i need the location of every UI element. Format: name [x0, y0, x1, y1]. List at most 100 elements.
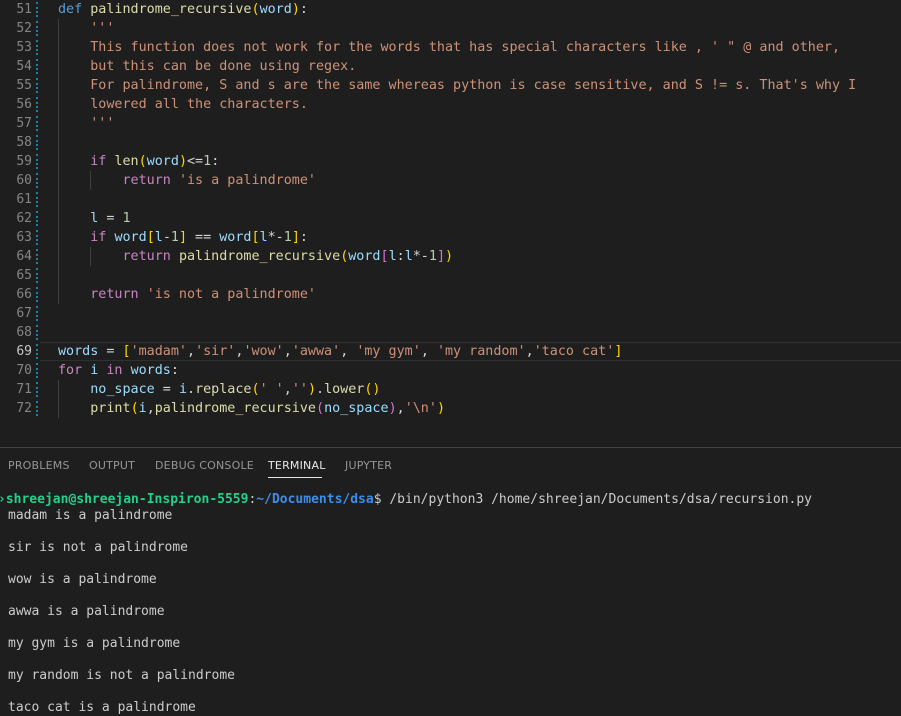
code-line[interactable]: 65 — [0, 266, 901, 285]
code-token: , — [187, 344, 196, 359]
code-token: palindrome_recursive — [90, 2, 252, 17]
tab-terminal[interactable]: TERMINAL — [268, 459, 326, 472]
code-line[interactable]: 58 — [0, 133, 901, 152]
code-token: ''' — [90, 21, 115, 36]
code-token: in — [106, 363, 123, 378]
code-line[interactable]: 51 def palindrome_recursive(word): — [0, 0, 901, 19]
gutter-change-indicator — [36, 401, 41, 416]
line-number: 64 — [16, 249, 32, 264]
code-line[interactable]: 62 l = 1 — [0, 209, 901, 228]
line-number: 65 — [16, 268, 32, 283]
code-token: word — [114, 230, 147, 245]
line-number: 66 — [16, 287, 32, 302]
code-token: . — [187, 382, 196, 397]
tab-debug-console[interactable]: DEBUG CONSOLE — [155, 459, 254, 472]
code-line[interactable]: 61 — [0, 190, 901, 209]
prompt-command: /bin/python3 /home/shreejan/Documents/ds… — [381, 492, 812, 507]
code-line[interactable]: 59 if len(word)<=1: — [0, 152, 901, 171]
code-token: word — [219, 230, 252, 245]
terminal-output-line: madam is a palindrome — [8, 508, 173, 523]
code-token: 1 — [122, 211, 131, 226]
gutter-change-indicator — [36, 21, 41, 36]
code-token: ) — [291, 2, 300, 17]
code-token: for — [58, 363, 83, 378]
code-token: ( — [251, 2, 260, 17]
tab-problems[interactable]: PROBLEMS — [8, 459, 70, 472]
code-text: print(i,palindrome_recursive(no_space),'… — [58, 399, 445, 418]
terminal-output-line: awwa is a palindrome — [8, 604, 165, 619]
gutter-change-indicator — [36, 306, 41, 321]
terminal-output-line: my random is not a palindrome — [8, 668, 235, 683]
gutter-change-indicator — [36, 211, 41, 226]
gutter-change-indicator — [36, 173, 41, 188]
code-token: 'is a palindrome' — [178, 173, 316, 188]
code-line[interactable]: 68 — [0, 323, 901, 342]
code-line[interactable]: 54 but this can be done using regex. — [0, 57, 901, 76]
code-token: l — [404, 249, 413, 264]
code-line[interactable]: 72 print(i,palindrome_recursive(no_space… — [0, 399, 901, 418]
code-token: ] — [614, 344, 623, 359]
code-token: l — [259, 230, 268, 245]
code-token: ) — [388, 401, 397, 416]
code-line[interactable]: 64 return palindrome_recursive(word[l:l*… — [0, 247, 901, 266]
code-token: word — [146, 154, 179, 169]
gutter-change-indicator — [36, 325, 41, 340]
code-line[interactable]: 66 return 'is not a palindrome' — [0, 285, 901, 304]
code-token: ) — [445, 249, 454, 264]
code-token: 1 — [170, 230, 179, 245]
tab-output[interactable]: OUTPUT — [89, 459, 135, 472]
code-line[interactable]: 71 no_space = i.replace(' ','').lower() — [0, 380, 901, 399]
gutter-change-indicator — [36, 287, 41, 302]
tab-jupyter[interactable]: JUPYTER — [345, 459, 392, 472]
code-token: 'my gym' — [356, 344, 421, 359]
gutter-change-indicator — [36, 382, 41, 397]
code-token: : — [299, 230, 308, 245]
code-token: 'awwa' — [291, 344, 341, 359]
gutter-change-indicator — [36, 116, 41, 131]
code-text: ''' — [58, 19, 114, 38]
code-token: This function does not work for the word… — [90, 40, 841, 55]
code-token: ] — [178, 230, 187, 245]
code-token: ) — [307, 382, 316, 397]
code-token: , — [525, 344, 534, 359]
indent-guide — [58, 266, 59, 285]
code-editor[interactable]: 51 def palindrome_recursive(word): 52 ''' 5… — [0, 0, 901, 447]
bottom-panel: PROBLEMS OUTPUT DEBUG CONSOLE TERMINAL JUPYT… — [0, 447, 901, 715]
gutter-change-indicator — [36, 363, 41, 378]
code-text: def palindrome_recursive(word): — [58, 0, 308, 19]
code-token: ' ' — [259, 382, 284, 397]
code-token: word — [259, 2, 292, 17]
code-token: lowered all the characters. — [90, 97, 308, 112]
code-token: == — [187, 230, 220, 245]
code-line[interactable]: 57 ''' — [0, 114, 901, 133]
code-token: no_space — [90, 382, 155, 397]
code-token: , — [396, 401, 405, 416]
active-tab-underline — [268, 477, 322, 478]
code-token: , — [283, 382, 292, 397]
code-token: [ — [146, 230, 155, 245]
code-line[interactable]: 55 For palindrome, S and s are the same … — [0, 76, 901, 95]
code-line[interactable]: 69 words = ['madam','sir','wow','awwa', '… — [0, 342, 901, 361]
code-text: words = ['madam','sir','wow','awwa', 'my… — [58, 342, 622, 361]
gutter-change-indicator — [36, 154, 41, 169]
code-text: but this can be done using regex. — [58, 57, 356, 76]
code-line[interactable]: 67 — [0, 304, 901, 323]
code-token: i — [178, 382, 187, 397]
code-token: : — [170, 363, 179, 378]
code-text: return 'is not a palindrome' — [58, 285, 316, 304]
code-text: return 'is a palindrome' — [58, 171, 317, 190]
code-line[interactable]: 56 lowered all the characters. — [0, 95, 901, 114]
code-line[interactable]: 52 ''' — [0, 19, 901, 38]
code-line[interactable]: 63 if word[l-1] == word[l*-1]: — [0, 228, 901, 247]
code-text: l = 1 — [58, 209, 131, 228]
code-line[interactable]: 70 for i in words: — [0, 361, 901, 380]
line-number: 51 — [16, 2, 32, 17]
panel-tabs: PROBLEMS OUTPUT DEBUG CONSOLE TERMINAL JUPYT… — [0, 448, 901, 483]
gutter-change-indicator — [36, 268, 41, 283]
code-line[interactable]: 53 This function does not work for the w… — [0, 38, 901, 57]
code-line[interactable]: 60 return 'is a palindrome' — [0, 171, 901, 190]
